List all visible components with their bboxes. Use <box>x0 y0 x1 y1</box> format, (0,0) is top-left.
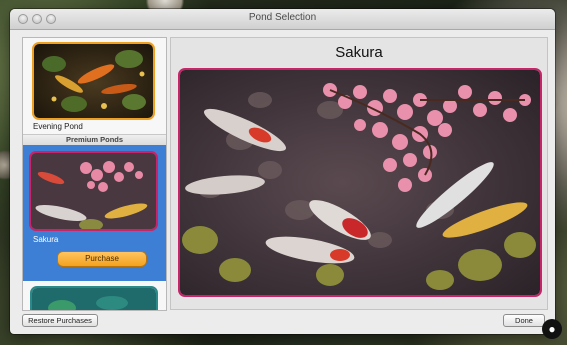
pond-name-sakura: Sakura <box>33 235 59 244</box>
pond-detail-panel: Sakura <box>170 37 548 310</box>
done-button[interactable]: Done <box>503 314 545 327</box>
evening-pond-image <box>34 44 153 118</box>
pond-thumbnail-evening[interactable] <box>32 42 155 120</box>
pond-list[interactable]: Evening Pond Premium Ponds Sakura Purcha… <box>22 37 167 311</box>
pond-thumbnail-sakura[interactable] <box>29 151 158 231</box>
pond-thumbnail-next[interactable] <box>30 286 158 310</box>
title-bar: Pond Selection <box>10 9 555 30</box>
logo-icon: ● <box>542 319 562 339</box>
restore-purchases-button[interactable]: Restore Purchases <box>22 314 98 327</box>
purchase-button[interactable]: Purchase <box>57 251 147 267</box>
window-title: Pond Selection <box>248 12 317 23</box>
sakura-pond-thumbnail-image <box>31 153 156 229</box>
pond-detail-title: Sakura <box>335 44 383 61</box>
pond-name-evening: Evening Pond <box>33 122 83 131</box>
next-pond-image <box>32 288 156 310</box>
pond-selection-window: Pond Selection Evening Pond Premium Pond… <box>10 9 555 334</box>
sakura-pond-preview-image <box>180 70 540 295</box>
pond-preview-frame <box>178 68 542 297</box>
